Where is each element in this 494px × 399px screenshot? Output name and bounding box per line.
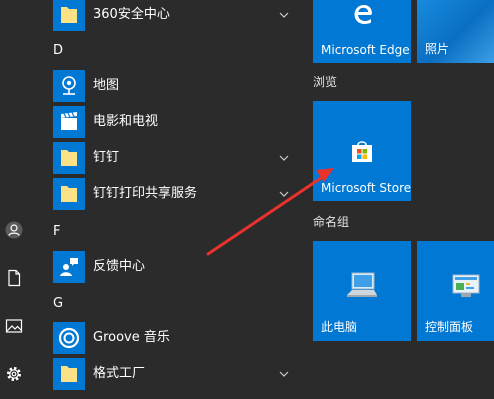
list-item-groove-music[interactable]: Groove 音乐 <box>40 320 302 356</box>
feedback-icon <box>60 258 78 276</box>
tile-label: 照片 <box>425 42 450 56</box>
tile-control-panel[interactable]: 控制面板 <box>417 241 494 341</box>
tiles-area: Microsoft Edge 照片 浏览 Microsoft Store 命名组… <box>303 0 494 399</box>
settings-button[interactable] <box>0 362 28 390</box>
pictures-icon <box>5 318 23 338</box>
app-icon-tile <box>53 142 85 174</box>
group-title-browse[interactable]: 浏览 <box>313 73 337 90</box>
chevron-down-icon[interactable] <box>278 152 290 164</box>
app-icon-tile <box>53 178 85 210</box>
tile-microsoft-edge[interactable]: Microsoft Edge <box>313 0 411 63</box>
groove-icon <box>58 327 80 349</box>
computer-icon <box>347 272 377 297</box>
start-left-rail <box>0 0 28 399</box>
chevron-down-icon[interactable] <box>278 188 290 200</box>
group-title-unnamed[interactable]: 命名组 <box>313 213 349 230</box>
control-panel-icon <box>452 274 480 297</box>
app-icon-tile <box>53 0 85 31</box>
app-label: 反馈中心 <box>93 259 146 274</box>
maps-icon <box>62 76 76 95</box>
tile-label: Microsoft Store <box>321 181 412 195</box>
app-icon-tile <box>53 322 85 354</box>
app-label: Groove 音乐 <box>93 330 170 345</box>
letter-header-g[interactable]: G <box>53 296 63 311</box>
app-icon-tile <box>53 251 85 283</box>
list-item-360[interactable]: 360安全中心 <box>40 0 302 33</box>
app-label: 格式工厂 <box>93 366 146 381</box>
app-icon-tile <box>53 106 85 138</box>
chevron-down-icon[interactable] <box>278 368 290 380</box>
tile-microsoft-store[interactable]: Microsoft Store <box>313 101 411 201</box>
tile-label: 此电脑 <box>321 320 358 334</box>
film-icon <box>61 112 77 130</box>
user-account-button[interactable] <box>0 218 28 246</box>
settings-icon <box>5 365 23 387</box>
letter-header-f[interactable]: F <box>53 224 60 239</box>
document-icon <box>6 269 22 291</box>
list-item-dingtalk-print[interactable]: 钉钉打印共享服务 <box>40 176 302 212</box>
folder-icon <box>61 186 77 202</box>
letter-header-d[interactable]: D <box>53 43 63 58</box>
list-item-maps[interactable]: 地图 <box>40 68 302 104</box>
list-item-feedback-hub[interactable]: 反馈中心 <box>40 249 302 285</box>
app-label: 360安全中心 <box>93 7 170 22</box>
folder-icon <box>61 7 77 23</box>
app-icon-tile <box>53 70 85 102</box>
list-item-dingtalk[interactable]: 钉钉 <box>40 140 302 176</box>
tile-label: 控制面板 <box>425 320 474 334</box>
app-label: 地图 <box>93 78 120 93</box>
app-icon-tile <box>53 358 85 390</box>
app-label: 电影和电视 <box>93 114 159 129</box>
app-label: 钉钉 <box>93 150 120 165</box>
list-item-movies-tv[interactable]: 电影和电视 <box>40 104 302 140</box>
folder-icon <box>61 150 77 166</box>
app-list: 360安全中心 D 地图 电影和电视 钉钉 钉钉打印共享服务 F 反馈中心 G … <box>40 0 302 399</box>
edge-icon <box>354 5 372 24</box>
tile-this-pc[interactable]: 此电脑 <box>313 241 411 341</box>
store-icon <box>352 141 372 162</box>
pictures-button[interactable] <box>0 314 28 342</box>
list-item-format-factory[interactable]: 格式工厂 <box>40 356 302 392</box>
tile-label: Microsoft Edge <box>321 43 410 57</box>
user-icon <box>5 221 23 243</box>
documents-button[interactable] <box>0 266 28 294</box>
chevron-down-icon[interactable] <box>278 9 290 21</box>
tile-photos[interactable]: 照片 <box>417 0 494 63</box>
folder-icon <box>61 366 77 382</box>
app-label: 钉钉打印共享服务 <box>93 186 198 201</box>
